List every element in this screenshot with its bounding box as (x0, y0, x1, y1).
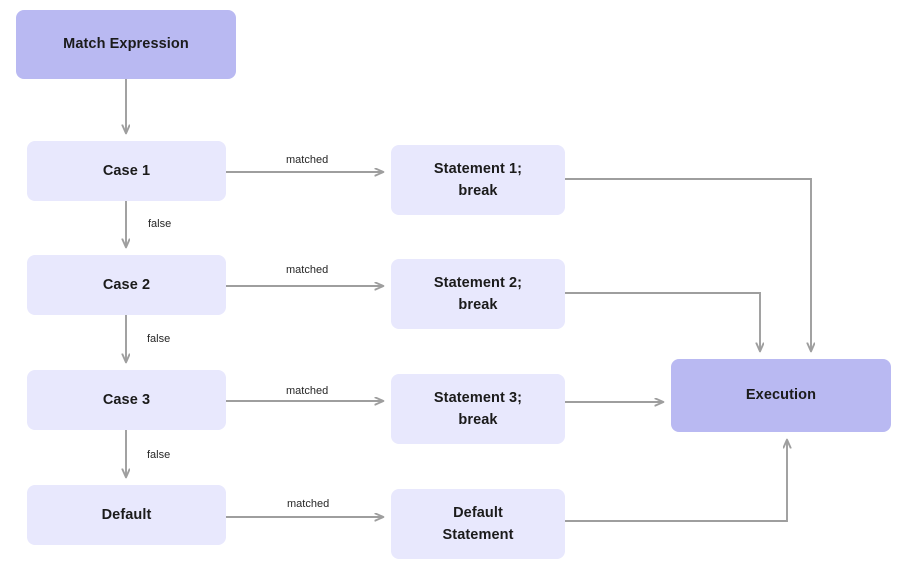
node-label-statement-2: Statement 2; break (433, 274, 523, 313)
node-default-case[interactable]: Default (27, 485, 226, 545)
node-label-execution: Execution (745, 387, 817, 404)
node-label-case-3: Case 3 (102, 391, 151, 408)
edge-label-matched-3: matched (286, 385, 329, 397)
edge-label-matched-1: matched (286, 154, 329, 166)
node-execution[interactable]: Execution (671, 359, 891, 432)
edge-label-false-3: false (147, 449, 171, 461)
node-label-default-statement: Default Statement (442, 504, 514, 543)
flowchart-canvas: Match Expression Case 1 Case 2 Case 3 De… (0, 0, 900, 570)
node-statement-2[interactable]: Statement 2; break (391, 259, 565, 329)
node-label-statement-3: Statement 3; break (433, 389, 523, 428)
node-case-1[interactable]: Case 1 (27, 141, 226, 201)
node-case-2[interactable]: Case 2 (27, 255, 226, 315)
node-statement-3[interactable]: Statement 3; break (391, 374, 565, 444)
edge-label-matched-4: matched (287, 498, 330, 510)
node-case-3[interactable]: Case 3 (27, 370, 226, 430)
node-label-match-expression: Match Expression (63, 36, 189, 53)
node-label-case-2: Case 2 (102, 276, 151, 293)
edge-default-statement-to-execution (565, 440, 787, 522)
node-default-statement[interactable]: Default Statement (391, 489, 565, 559)
node-match-expression[interactable]: Match Expression (16, 10, 236, 79)
edge-label-false-2: false (147, 333, 171, 345)
edge-label-matched-2: matched (286, 264, 329, 276)
node-label-default-case: Default (101, 506, 152, 523)
node-statement-1[interactable]: Statement 1; break (391, 145, 565, 215)
node-label-case-1: Case 1 (102, 162, 151, 179)
node-label-statement-1: Statement 1; break (433, 160, 523, 199)
edge-label-false-1: false (148, 218, 172, 230)
edge-statement-2-to-execution (565, 292, 760, 351)
edge-statement-1-to-execution (565, 178, 811, 351)
